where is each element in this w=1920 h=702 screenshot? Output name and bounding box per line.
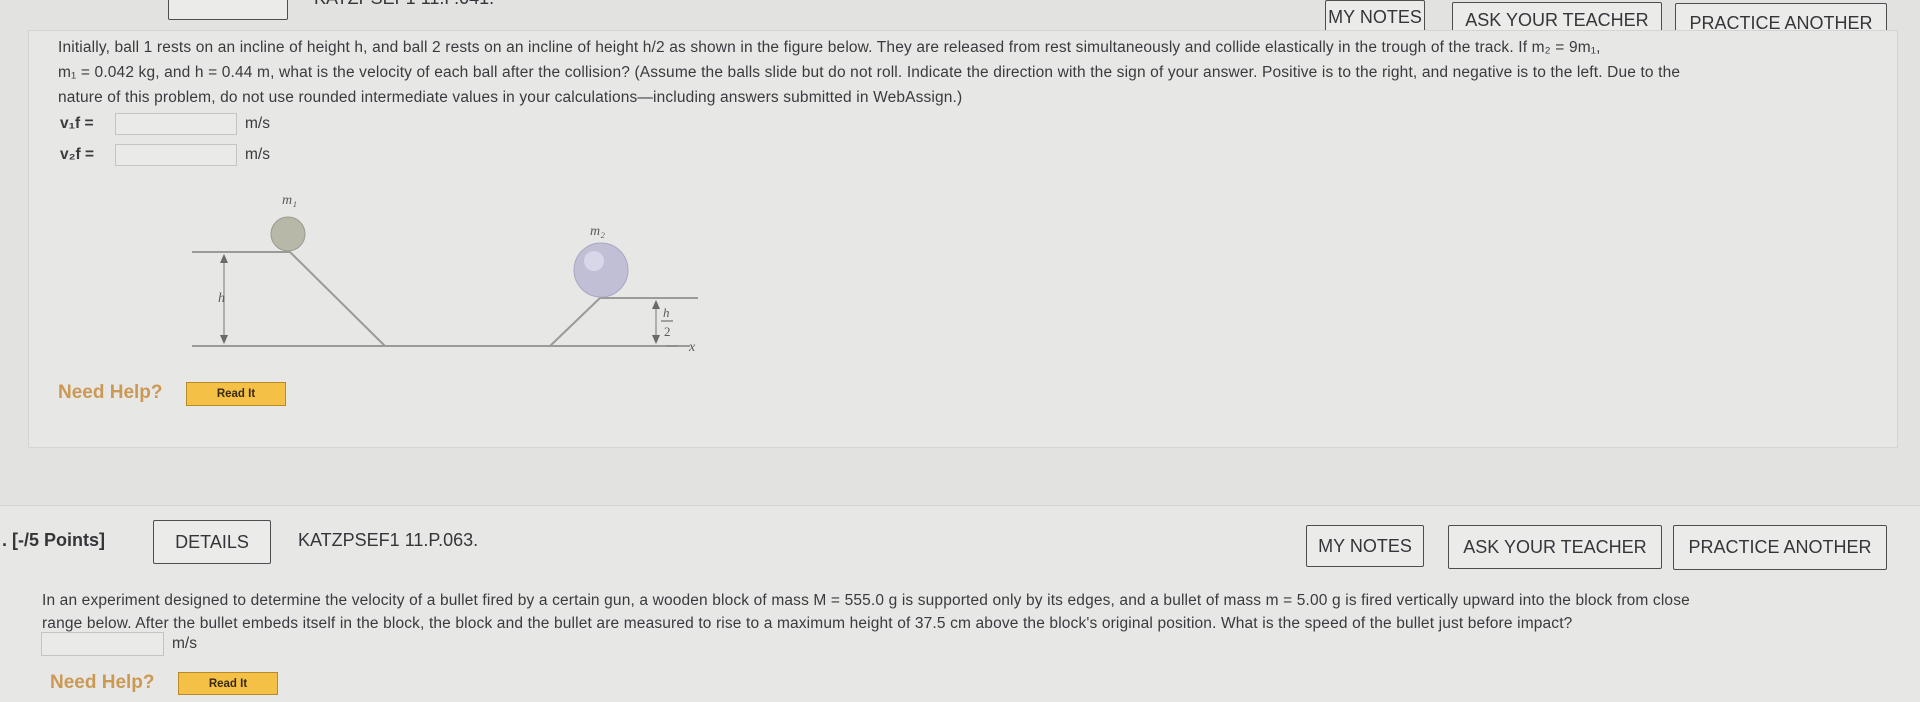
v2-answer-row: v₂f = m/s xyxy=(60,144,270,166)
problem-id-top-partial: KATZPSEF1 11.P.041. xyxy=(314,0,514,8)
x-axis-label: x xyxy=(688,340,696,355)
q2-problem-id: KATZPSEF1 11.P.063. xyxy=(298,530,479,550)
q1-need-help-label: Need Help? xyxy=(58,382,163,403)
q2-text-line-1: In an experiment designed to determine t… xyxy=(42,592,1690,609)
details-button-top[interactable] xyxy=(168,0,288,20)
m2-label: m₂ xyxy=(590,224,605,239)
q2-answer-row: m/s xyxy=(41,632,197,656)
incline-figure: m₁ m₂ h h 2 x xyxy=(192,193,698,355)
v2-input[interactable] xyxy=(115,144,237,166)
h-label: h xyxy=(218,291,225,306)
ball-2 xyxy=(573,242,629,298)
q2-need-help-label: Need Help? xyxy=(50,672,155,693)
q2-speed-input[interactable] xyxy=(41,632,164,656)
q2-details-button[interactable]: DETAILS xyxy=(153,520,271,564)
my-notes-button[interactable]: MY NOTES xyxy=(1325,0,1425,34)
q2-text-line-2: range below. After the bullet embeds its… xyxy=(42,615,1573,632)
v1-label: v₁f = xyxy=(60,115,94,132)
m1-label: m₁ xyxy=(282,193,297,208)
q1-text-line-1: Initially, ball 1 rests on an incline of… xyxy=(58,39,1601,56)
q2-points-label: . [-/5 Points] xyxy=(2,530,105,550)
q2-my-notes-button[interactable]: MY NOTES xyxy=(1306,525,1424,567)
q2-unit: m/s xyxy=(172,635,197,652)
ball-1 xyxy=(270,216,306,252)
q1-text-line-3: nature of this problem, do not use round… xyxy=(58,89,963,106)
h2-numerator: h xyxy=(663,305,670,320)
h2-denominator: 2 xyxy=(664,324,671,339)
q2-ask-teacher-button[interactable]: ASK YOUR TEACHER xyxy=(1448,525,1662,569)
v1-unit: m/s xyxy=(245,115,270,132)
v2-label: v₂f = xyxy=(60,146,95,163)
v2-unit: m/s xyxy=(245,146,270,163)
q2-read-it-button[interactable]: Read It xyxy=(178,672,278,695)
q1-read-it-button[interactable]: Read It xyxy=(186,382,286,406)
q1-text-line-2: m₁ = 0.042 kg, and h = 0.44 m, what is t… xyxy=(58,64,1681,81)
q2-practice-another-button[interactable]: PRACTICE ANOTHER xyxy=(1673,525,1887,570)
v1-input[interactable] xyxy=(115,113,237,135)
v1-answer-row: v₁f = m/s xyxy=(60,113,270,135)
